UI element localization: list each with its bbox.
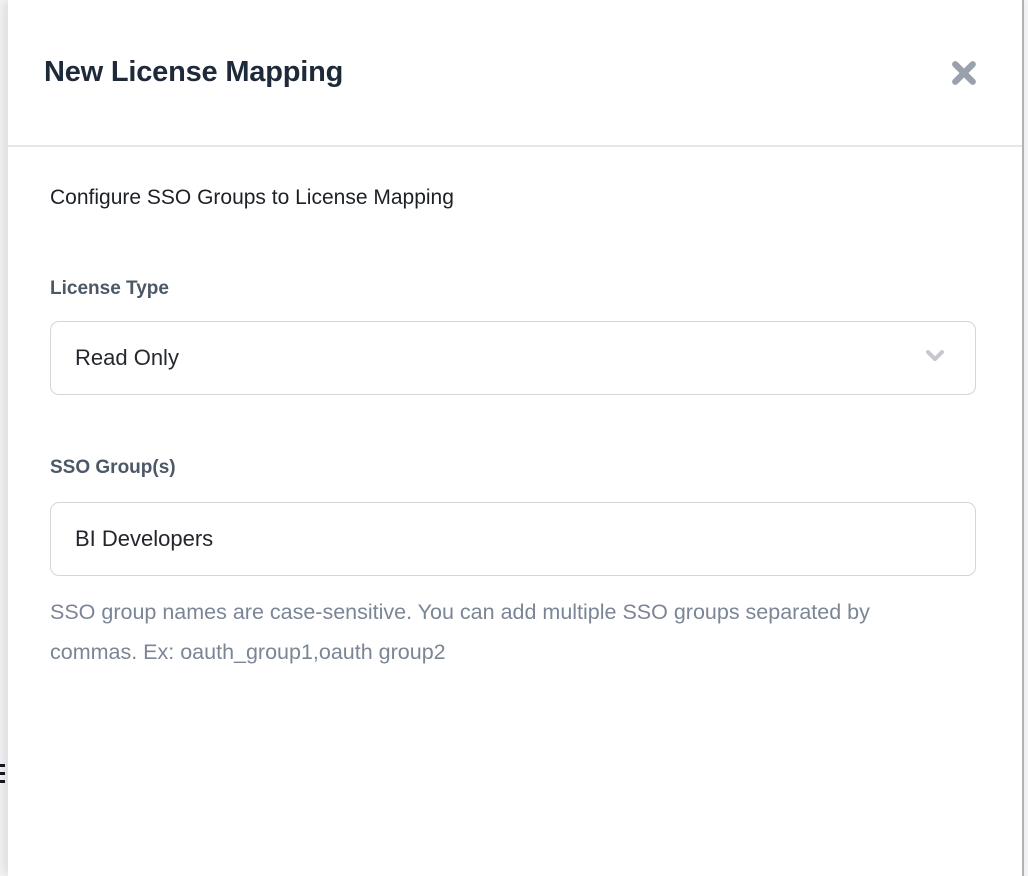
modal-body: Configure SSO Groups to License Mapping …: [8, 186, 1022, 672]
chevron-down-icon: [921, 341, 949, 375]
sso-groups-label: SSO Group(s): [50, 457, 976, 479]
new-license-mapping-modal: New License Mapping Configure SSO Groups…: [8, 0, 1024, 876]
modal-title: New License Mapping: [44, 56, 343, 89]
x-icon: [949, 58, 979, 88]
underlying-page-content-fragment: [0, 764, 6, 788]
license-type-select[interactable]: Read Only: [50, 321, 976, 395]
modal-header: New License Mapping: [8, 0, 1022, 147]
close-button[interactable]: [946, 55, 982, 91]
license-type-label: License Type: [50, 278, 976, 300]
license-type-selected-value: Read Only: [75, 345, 179, 371]
modal-description: Configure SSO Groups to License Mapping: [50, 186, 976, 210]
sso-groups-help-text: SSO group names are case-sensitive. You …: [50, 592, 895, 672]
sso-groups-input[interactable]: [50, 502, 976, 576]
page-background: New License Mapping Configure SSO Groups…: [0, 0, 1028, 876]
